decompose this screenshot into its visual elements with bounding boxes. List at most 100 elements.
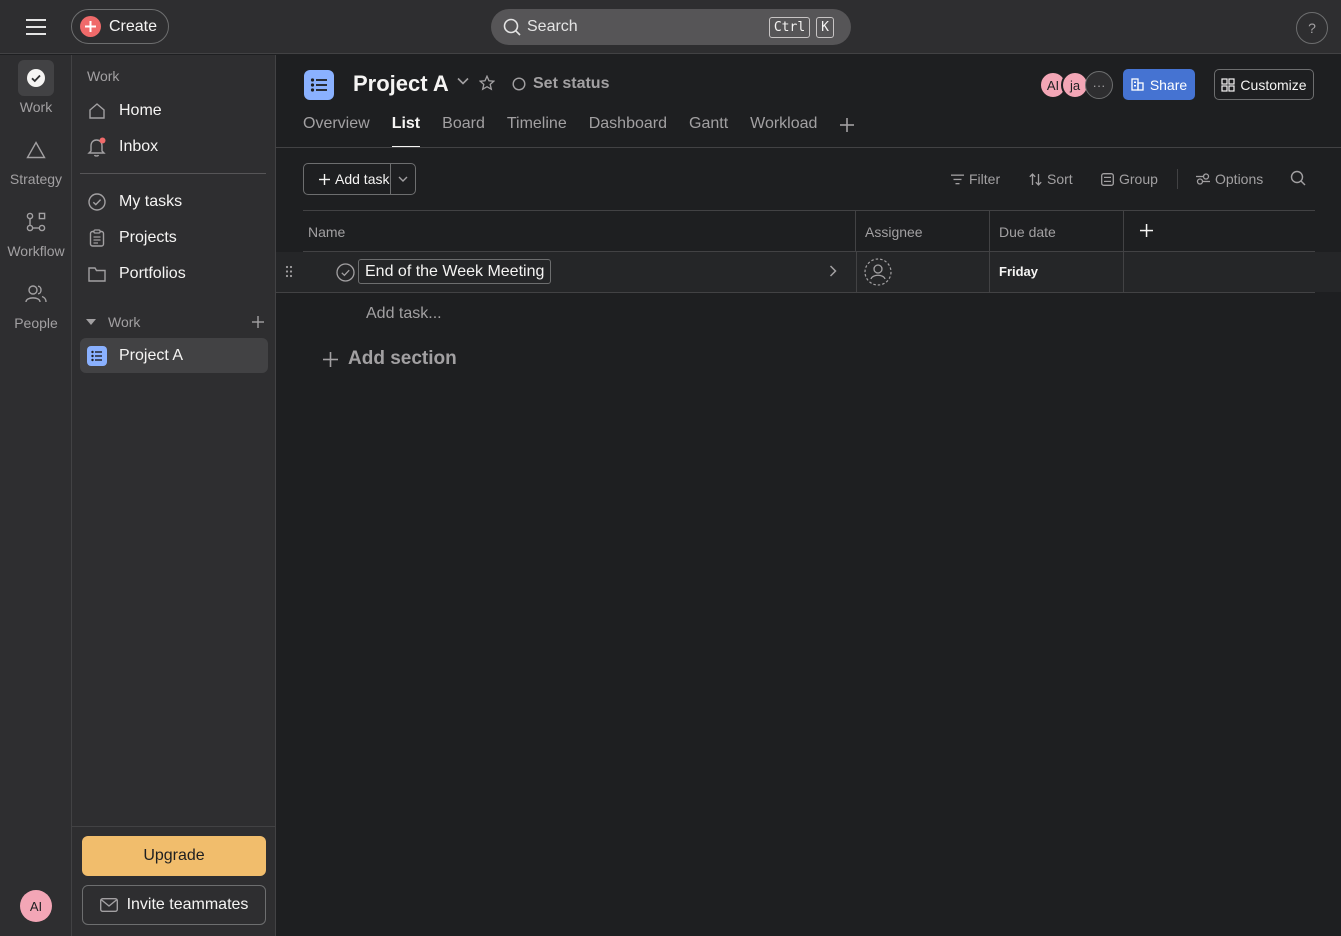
share-label: Share [1149, 76, 1188, 93]
options-button[interactable]: Options [1196, 171, 1263, 187]
view-tabs: Overview List Board Timeline Dashboard G… [303, 115, 839, 148]
user-avatar[interactable]: AI [20, 890, 52, 922]
plus-icon [80, 16, 101, 37]
add-task-label: Add task [335, 171, 390, 187]
tab-dashboard[interactable]: Dashboard [589, 115, 667, 148]
add-section-button[interactable]: Add section [313, 348, 457, 370]
options-icon [1196, 173, 1215, 185]
tab-timeline[interactable]: Timeline [507, 115, 567, 148]
project-list-icon [304, 70, 334, 100]
sidebar-item-home[interactable]: Home [80, 94, 268, 128]
sidebar-item-my-tasks[interactable]: My tasks [80, 185, 268, 219]
column-header-due-date[interactable]: Due date [990, 211, 1124, 252]
rail-item-workflow[interactable]: Workflow [0, 204, 72, 259]
caret-down-icon[interactable] [86, 319, 96, 325]
complete-task-check-icon[interactable] [336, 263, 355, 282]
people-icon [18, 276, 54, 312]
drag-handle-icon[interactable] [285, 265, 293, 278]
sidebar-section-label: Work [108, 314, 141, 330]
envelope-icon [99, 898, 127, 912]
project-members[interactable]: AI ja ··· [1039, 71, 1113, 99]
main-content: Project A Set status AI ja ··· Share Cus… [276, 55, 1341, 936]
chevron-down-icon[interactable] [457, 77, 469, 85]
plus-icon [319, 173, 330, 185]
top-bar: Create Search Ctrl K ? [0, 0, 1341, 54]
sidebar-item-label: Project A [119, 346, 184, 364]
workflow-icon [18, 204, 54, 240]
more-members-icon[interactable]: ··· [1085, 71, 1113, 99]
plus-icon [323, 351, 338, 367]
sidebar-item-portfolios[interactable]: Portfolios [80, 257, 268, 291]
bell-icon [86, 136, 108, 158]
rail-label: Workflow [7, 243, 65, 259]
table-row[interactable]: End of the Week Meeting Friday [276, 252, 1341, 293]
group-button[interactable]: Group [1101, 171, 1158, 187]
status-circle-icon [512, 77, 526, 91]
help-button[interactable]: ? [1296, 12, 1328, 44]
rail-item-strategy[interactable]: Strategy [0, 132, 72, 187]
sidebar-item-label: My tasks [119, 193, 183, 210]
add-tab-plus-icon[interactable] [839, 117, 855, 133]
menu-toggle-icon[interactable] [20, 14, 52, 40]
toolbar-divider [1177, 169, 1178, 189]
home-icon [86, 100, 108, 122]
add-task-dropdown[interactable] [391, 164, 415, 194]
sort-label: Sort [1047, 171, 1073, 187]
chevron-down-icon [398, 176, 408, 182]
invite-teammates-button[interactable]: Invite teammates [82, 885, 266, 925]
add-column-plus-icon[interactable] [1140, 224, 1153, 237]
row-divider [276, 292, 1315, 293]
sidebar-item-inbox[interactable]: Inbox [80, 130, 268, 164]
project-list-icon [86, 345, 108, 367]
search-icon[interactable] [1290, 170, 1306, 186]
sidebar-item-label: Portfolios [119, 265, 186, 282]
check-circle-icon [18, 60, 54, 96]
tab-workload[interactable]: Workload [750, 115, 817, 148]
sidebar-section-work[interactable]: Work [86, 312, 264, 332]
left-rail: Work Strategy Workflow People AI [0, 55, 72, 936]
rail-item-people[interactable]: People [0, 276, 72, 331]
set-status-button[interactable]: Set status [512, 75, 609, 93]
due-date-value[interactable]: Friday [999, 264, 1038, 279]
group-icon [1101, 172, 1119, 186]
tab-gantt[interactable]: Gantt [689, 115, 728, 148]
folder-icon [86, 263, 108, 285]
sort-icon [1029, 172, 1047, 186]
sidebar-divider [72, 826, 275, 827]
upgrade-button[interactable]: Upgrade [82, 836, 266, 876]
add-section-label: Add section [348, 348, 457, 369]
add-project-plus-icon[interactable] [252, 316, 264, 328]
shortcut-k-key: K [816, 16, 834, 38]
add-task-inline-input[interactable]: Add task... [366, 305, 442, 323]
search-placeholder: Search [527, 18, 578, 35]
cell-divider [989, 252, 990, 292]
tab-list[interactable]: List [391, 115, 421, 148]
sidebar-item-projects[interactable]: Projects [80, 221, 268, 255]
building-icon [1131, 78, 1150, 91]
search-input[interactable]: Search Ctrl K [491, 9, 851, 45]
create-button[interactable]: Create [71, 9, 169, 44]
customize-button[interactable]: Customize [1214, 69, 1314, 100]
column-header-label: Due date [999, 223, 1056, 240]
page-title: Project A [353, 71, 449, 96]
tab-board[interactable]: Board [442, 115, 485, 148]
unassigned-avatar-icon[interactable] [864, 258, 892, 286]
column-header-name[interactable]: Name [303, 211, 856, 252]
shortcut-ctrl-key: Ctrl [768, 16, 811, 38]
add-task-split-button: Add task [303, 163, 416, 195]
sidebar-item-project-a[interactable]: Project A [80, 338, 268, 373]
filter-button[interactable]: Filter [951, 171, 1000, 187]
add-task-button[interactable]: Add task [304, 164, 392, 194]
task-name-input[interactable]: End of the Week Meeting [358, 259, 552, 284]
chevron-right-icon[interactable] [829, 265, 837, 277]
clipboard-icon [86, 227, 108, 249]
group-label: Group [1119, 171, 1158, 187]
sidebar-item-label: Inbox [119, 138, 159, 155]
star-icon[interactable] [479, 75, 495, 91]
share-button[interactable]: Share [1123, 69, 1195, 100]
rail-item-work[interactable]: Work [0, 60, 72, 115]
filter-icon [951, 174, 969, 185]
tab-overview[interactable]: Overview [303, 115, 370, 148]
column-header-assignee[interactable]: Assignee [856, 211, 990, 252]
sort-button[interactable]: Sort [1029, 171, 1073, 187]
